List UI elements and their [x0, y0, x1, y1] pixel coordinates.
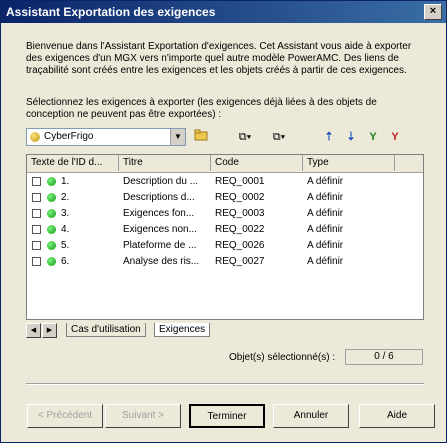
table-row[interactable]: 3. Exigences fon... REQ_0003 A définir	[27, 206, 423, 222]
model-icon	[30, 132, 40, 142]
cancel-button[interactable]: Annuler	[273, 404, 349, 428]
model-selector[interactable]: CyberFrigo ▼	[26, 128, 186, 146]
row-title: Exigences fon...	[123, 208, 195, 219]
clear-filter-button[interactable]: Y	[387, 129, 403, 145]
tab-use-cases[interactable]: Cas d'utilisation	[66, 323, 146, 337]
intro-text: Bienvenue dans l'Assistant Exportation d…	[26, 41, 412, 76]
tab-scroll-right-icon[interactable]: ▶	[42, 323, 57, 338]
row-title: Descriptions d...	[123, 192, 195, 203]
row-code: REQ_0001	[215, 176, 265, 187]
status-dot-icon	[47, 241, 56, 250]
table-row[interactable]: 5. Plateforme de ... REQ_0026 A définir	[27, 238, 423, 254]
filter-button[interactable]: Y	[365, 129, 381, 145]
row-type: A définir	[307, 192, 344, 203]
status-dot-icon	[47, 193, 56, 202]
next-button[interactable]: Suivant >	[105, 404, 181, 428]
window-title: Assistant Exportation des exigences	[6, 5, 216, 19]
select-all-button[interactable]: ⧉▾	[233, 129, 257, 145]
tab-scroll: ◀ ▶	[26, 323, 64, 338]
row-code: REQ_0027	[215, 256, 265, 267]
row-id: 6.	[61, 256, 70, 267]
divider	[26, 383, 424, 385]
status-dot-icon	[47, 209, 56, 218]
column-header-type[interactable]: Type	[303, 155, 395, 171]
row-code: REQ_0026	[215, 240, 265, 251]
selected-count-value: 0 / 6	[345, 349, 423, 365]
status-dot-icon	[47, 225, 56, 234]
folder-icon	[194, 129, 208, 141]
model-selector-value: CyberFrigo	[44, 131, 94, 142]
row-id: 4.	[61, 224, 70, 235]
move-down-button[interactable]: ⇣	[343, 129, 359, 145]
row-id: 2.	[61, 192, 70, 203]
row-checkbox[interactable]	[32, 225, 41, 234]
column-header-id[interactable]: Texte de l'ID d...	[27, 155, 119, 171]
row-type: A définir	[307, 208, 344, 219]
close-button[interactable]: ×	[424, 4, 442, 20]
status-dot-icon	[47, 257, 56, 266]
column-header-title[interactable]: Titre	[119, 155, 211, 171]
selected-count-label: Objet(s) sélectionné(s) :	[229, 352, 336, 363]
row-checkbox[interactable]	[32, 257, 41, 266]
row-checkbox[interactable]	[32, 193, 41, 202]
row-code: REQ_0022	[215, 224, 265, 235]
table-row[interactable]: 4. Exigences non... REQ_0022 A définir	[27, 222, 423, 238]
export-wizard-window: Assistant Exportation des exigences × Bi…	[0, 0, 447, 443]
status-dot-icon	[47, 177, 56, 186]
deselect-all-button[interactable]: ⧉▾	[267, 129, 291, 145]
row-checkbox[interactable]	[32, 209, 41, 218]
tab-scroll-left-icon[interactable]: ◀	[26, 323, 41, 338]
row-code: REQ_0002	[215, 192, 265, 203]
table-row[interactable]: 1. Description du ... REQ_0001 A définir	[27, 174, 423, 190]
table-header: Texte de l'ID d... Titre Code Type	[27, 155, 423, 173]
row-type: A définir	[307, 176, 344, 187]
row-id: 1.	[61, 176, 70, 187]
browse-button[interactable]	[193, 129, 209, 145]
row-type: A définir	[307, 240, 344, 251]
row-title: Analyse des ris...	[123, 256, 200, 267]
row-type: A définir	[307, 224, 344, 235]
row-title: Description du ...	[123, 176, 199, 187]
row-id: 5.	[61, 240, 70, 251]
table-row[interactable]: 2. Descriptions d... REQ_0002 A définir	[27, 190, 423, 206]
title-bar: Assistant Exportation des exigences ×	[1, 1, 446, 23]
row-id: 3.	[61, 208, 70, 219]
row-code: REQ_0003	[215, 208, 265, 219]
row-type: A définir	[307, 256, 344, 267]
instruction-text: Sélectionnez les exigences à exporter (l…	[26, 97, 377, 120]
finish-button[interactable]: Terminer	[189, 404, 265, 428]
chevron-down-icon[interactable]: ▼	[170, 129, 185, 145]
help-button[interactable]: Aide	[359, 404, 435, 428]
row-title: Exigences non...	[123, 224, 197, 235]
row-checkbox[interactable]	[32, 241, 41, 250]
row-title: Plateforme de ...	[123, 240, 197, 251]
move-up-button[interactable]: ⇡	[321, 129, 337, 145]
table-row[interactable]: 6. Analyse des ris... REQ_0027 A définir	[27, 254, 423, 270]
tab-bar: ◀ ▶ Cas d'utilisation Exigences	[26, 323, 424, 339]
tab-requirements[interactable]: Exigences	[154, 323, 211, 337]
column-header-code[interactable]: Code	[211, 155, 303, 171]
previous-button[interactable]: < Précédent	[27, 404, 103, 428]
row-checkbox[interactable]	[32, 177, 41, 186]
requirements-table: Texte de l'ID d... Titre Code Type 1. De…	[26, 154, 424, 320]
